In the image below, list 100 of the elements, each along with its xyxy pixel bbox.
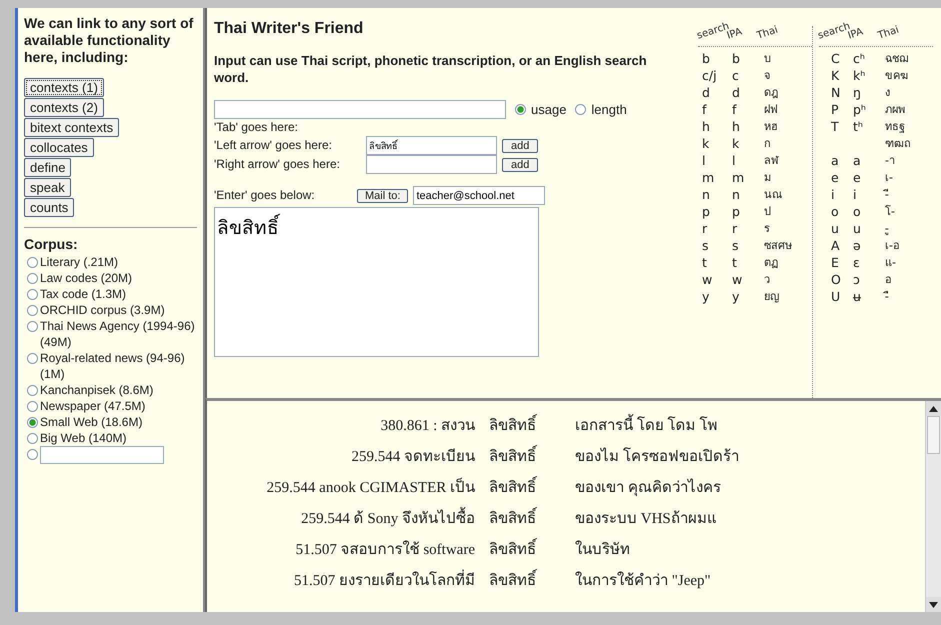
search-letter: T xyxy=(831,119,839,134)
ipa-symbol: u xyxy=(853,221,861,236)
thai-letters: แ- xyxy=(885,256,896,269)
search-letter: n xyxy=(702,187,710,202)
corpus-label: Royal-related news (94-96) (1M) xyxy=(40,350,186,382)
thai-letters: เ- xyxy=(885,171,893,184)
radio-button[interactable] xyxy=(27,417,38,428)
search-letter: h xyxy=(702,119,710,134)
ipa-symbol: w xyxy=(732,272,742,287)
scroll-down-icon[interactable] xyxy=(926,597,941,612)
corpus-label: Tax code (1.3M) xyxy=(40,286,128,302)
right-context: ของไม โครซอฟขอเปิดร้า xyxy=(575,449,739,465)
ipa-symbol: cʰ xyxy=(853,51,865,66)
function-button[interactable]: speak xyxy=(24,178,71,197)
search-letter: u xyxy=(831,221,839,236)
scrollbar[interactable] xyxy=(925,401,941,612)
radio-button[interactable] xyxy=(27,305,38,316)
corpus-label: Literary (.21M) xyxy=(40,254,120,270)
radio-button[interactable] xyxy=(27,257,38,268)
left-context: 51.507 จสอบการใช้ software xyxy=(296,542,475,558)
thai-letters: ดฎ xyxy=(764,86,778,99)
search-letter: k xyxy=(702,136,710,151)
radio-button[interactable] xyxy=(27,273,38,284)
function-button[interactable]: contexts (2) xyxy=(24,98,104,117)
right-arrow-field[interactable] xyxy=(366,155,497,174)
radio-button[interactable] xyxy=(515,104,526,115)
radio-button[interactable] xyxy=(27,289,38,300)
function-button[interactable]: collocates xyxy=(24,138,94,157)
add-button[interactable]: add xyxy=(502,138,538,152)
thai-letters: ตฏ xyxy=(764,256,778,269)
radio-button[interactable] xyxy=(27,353,38,364)
corpus-label: ORCHID corpus (3.9M) xyxy=(40,302,166,318)
ipa-symbol: a xyxy=(853,153,861,168)
thai-letters: นณ xyxy=(764,188,782,201)
radio-button[interactable] xyxy=(27,385,38,396)
right-context: ในบริษัท xyxy=(575,542,630,558)
ipa-symbol: r xyxy=(732,221,738,236)
right-context: ของระบบ VHSถ้าผมแ xyxy=(575,511,717,527)
thai-letters: ร xyxy=(764,222,770,235)
right-context: ของเขา คุณคิดว่าไงคร xyxy=(575,480,721,496)
function-button[interactable]: bitext contexts xyxy=(24,118,120,137)
right-arrow-label: 'Right arrow' goes here: xyxy=(214,156,341,173)
thai-letters: ก xyxy=(764,137,771,150)
intro-text: We can link to any sort of available functionality here, including: xyxy=(24,15,194,66)
thai-letters: อ xyxy=(885,273,892,286)
corpus-label: Small Web (18.6M) xyxy=(40,414,144,430)
thai-letters: ทธฐ xyxy=(885,120,905,133)
search-letter: N xyxy=(831,85,840,100)
thai-letters: ม xyxy=(764,171,771,184)
thai-letters: ฑฒถ xyxy=(885,137,911,150)
radio-button[interactable] xyxy=(27,401,38,412)
ipa-symbol: e xyxy=(853,170,861,185)
ipa-symbol: c xyxy=(732,68,739,83)
search-letter: A xyxy=(831,238,840,253)
radio-button[interactable] xyxy=(575,104,586,115)
ipa-symbol: ʉ xyxy=(853,289,861,304)
scroll-thumb[interactable] xyxy=(927,416,940,454)
thai-letters: โ- xyxy=(885,205,895,218)
search-letter: E xyxy=(831,255,839,270)
search-letter: a xyxy=(831,153,839,168)
ipa-symbol: ɛ xyxy=(853,255,860,270)
thai-letters: ป xyxy=(764,205,771,218)
thai-letters: ขคฆ xyxy=(885,69,908,82)
subtitle: Input can use Thai script, phonetic transcription, or an English search word. xyxy=(214,52,648,86)
function-button[interactable]: counts xyxy=(24,198,74,217)
search-letter: l xyxy=(702,153,706,168)
radio-button[interactable] xyxy=(27,449,38,460)
left-context: 259.544 anook CGIMASTER เป็น xyxy=(266,480,475,496)
search-letter: U xyxy=(831,289,840,304)
search-letter: P xyxy=(831,102,839,117)
function-button[interactable]: contexts (1) xyxy=(24,78,104,97)
ipa-symbol: ə xyxy=(853,238,861,253)
radio-button[interactable] xyxy=(27,321,38,332)
add-button[interactable]: add xyxy=(502,158,538,172)
email-field[interactable]: teacher@school.net xyxy=(413,186,546,205)
radio-button[interactable] xyxy=(27,433,38,444)
text-area[interactable]: ลิขสิทธิ์ xyxy=(214,207,539,357)
function-button[interactable]: define xyxy=(24,158,72,177)
search-letter: e xyxy=(831,170,839,185)
ipa-symbol: f xyxy=(732,102,736,117)
thai-letters: ลฬ xyxy=(764,154,779,167)
ipa-symbol: ŋ xyxy=(853,85,861,100)
corpus-label: Newspaper (47.5M) xyxy=(40,398,146,414)
thai-letters: เ-อ xyxy=(885,239,900,252)
search-letter: d xyxy=(702,85,710,100)
corpus-label: Kanchanpisek (8.6M) xyxy=(40,382,154,398)
search-letter: p xyxy=(702,204,710,219)
thai-letters: ยญ xyxy=(764,290,779,303)
left-arrow-field[interactable]: ลิขสิทธิ์ xyxy=(366,136,497,155)
ipa-symbol: pʰ xyxy=(853,102,866,117)
ipa-symbol: kʰ xyxy=(853,68,866,83)
ipa-symbol: y xyxy=(732,289,740,304)
right-context: ในการใช้คำว่า "Jeep" xyxy=(575,573,711,589)
scroll-up-icon[interactable] xyxy=(926,401,941,416)
ipa-symbol: n xyxy=(732,187,740,202)
mail-button[interactable]: Mail to: xyxy=(357,188,408,202)
thai-letters: -ื xyxy=(885,290,889,303)
corpus-field[interactable] xyxy=(40,446,164,464)
ipa-symbol: l xyxy=(732,153,736,168)
search-field[interactable] xyxy=(214,100,506,119)
